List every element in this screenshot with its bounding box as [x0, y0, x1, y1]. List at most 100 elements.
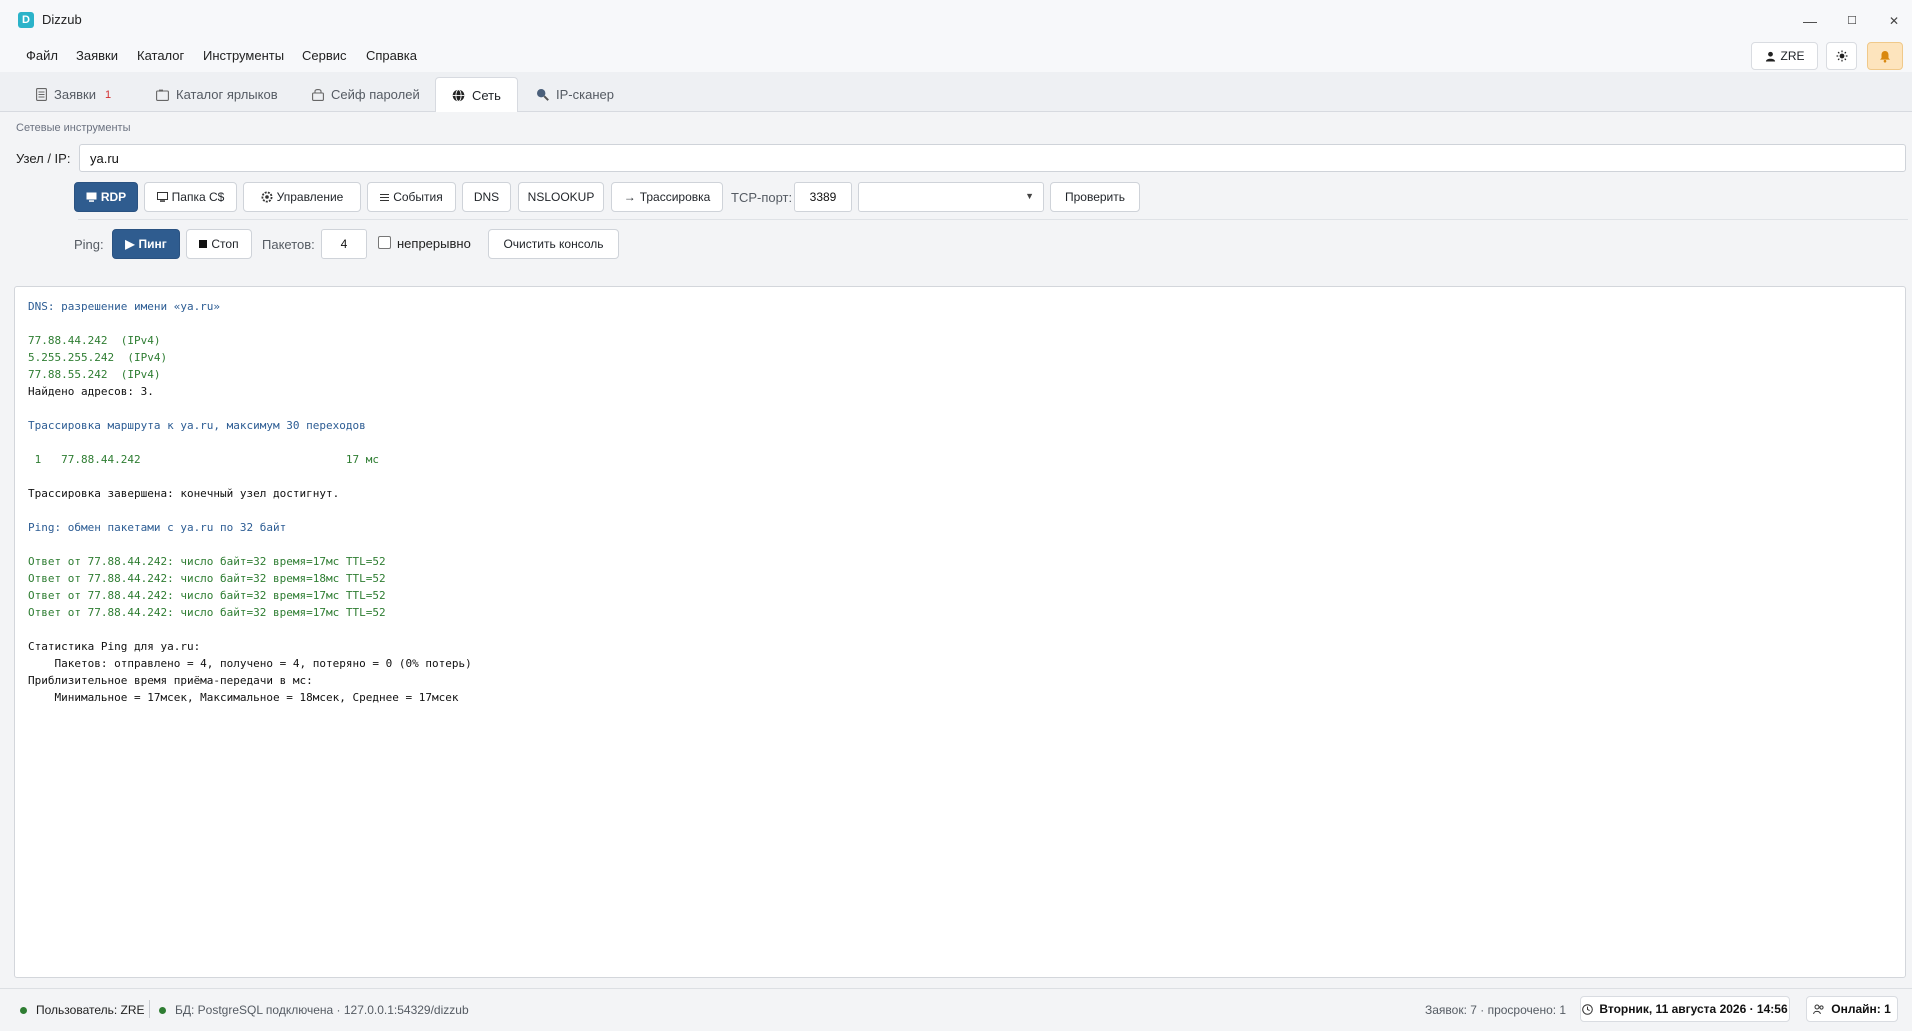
- status-datetime-label: Вторник, 11 августа 2026 · 14:56: [1599, 1002, 1788, 1016]
- play-icon: ▶: [125, 237, 135, 251]
- output-console[interactable]: DNS: разрешение имени «ya.ru» 77.88.44.24…: [14, 286, 1906, 978]
- user-icon: [1765, 51, 1775, 62]
- clear-console-button[interactable]: Очистить консоль: [488, 229, 619, 259]
- share-folder-button[interactable]: Папка C$: [144, 182, 237, 212]
- maximize-button[interactable]: ☐: [1837, 10, 1867, 32]
- menu-file[interactable]: Файл: [26, 48, 58, 63]
- catalog-icon: [156, 89, 169, 101]
- globe-icon: [452, 88, 465, 102]
- ping-stop-button[interactable]: Стоп: [186, 229, 252, 259]
- console-line: DNS: разрешение имени «ya.ru»: [28, 300, 221, 313]
- users-icon: [1813, 1004, 1824, 1014]
- menu-help[interactable]: Справка: [366, 48, 417, 63]
- network-tools-panel: Сетевые инструменты Узел / IP: RDP Папка…: [4, 112, 1908, 274]
- menu-catalog[interactable]: Каталог: [137, 48, 184, 63]
- console-line: Ping: обмен пакетами с ya.ru по 32 байт: [28, 521, 287, 534]
- tab-ip-scanner[interactable]: IP-сканер: [520, 77, 630, 112]
- db-status-dot: [159, 1007, 166, 1014]
- traceroute-button[interactable]: → Трассировка: [611, 182, 723, 212]
- host-label: Узел / IP:: [16, 151, 71, 166]
- sun-icon: [1836, 50, 1847, 62]
- app-window: D Dizzub — ☐ ✕ Файл Заявки Каталог Инстр…: [0, 0, 1912, 1031]
- console-line: Ответ от 77.88.44.242: число байт=32 вре…: [28, 606, 386, 619]
- chevron-down-icon: ▼: [1025, 191, 1034, 201]
- rdp-button-label: RDP: [100, 190, 127, 204]
- list-icon: [380, 193, 390, 201]
- console-line: 77.88.55.242 (IPv4): [28, 368, 161, 381]
- ping-label: Ping:: [74, 237, 104, 252]
- tab-password-safe-label: Сейф паролей: [331, 87, 420, 102]
- status-online-label: Онлайн: 1: [1831, 1002, 1891, 1016]
- tab-shortcut-catalog-label: Каталог ярлыков: [176, 87, 278, 102]
- console-line: 77.88.44.242 (IPv4): [28, 334, 161, 347]
- status-bar: Пользователь: ZRE БД: PostgreSQL подключ…: [0, 988, 1912, 1031]
- ping-start-button[interactable]: ▶ Пинг: [112, 229, 180, 259]
- safe-icon: [312, 89, 324, 101]
- tab-bar: Заявки 1 Каталог ярлыков Сейф паролей Се…: [0, 72, 1912, 112]
- folder-icon: [156, 192, 168, 202]
- console-line: Приблизительное время приёма-передачи в …: [28, 674, 313, 687]
- console-line: Минимальное = 17мсек, Максимальное = 18м…: [28, 691, 459, 704]
- packets-input[interactable]: [321, 229, 367, 259]
- packets-label: Пакетов:: [262, 237, 315, 252]
- console-line: Трассировка маршрута к ya.ru, максимум 3…: [28, 419, 366, 432]
- user-status-dot: [20, 1007, 27, 1014]
- section-title: Сетевые инструменты: [16, 122, 131, 134]
- nslookup-button[interactable]: NSLOOKUP: [518, 182, 604, 212]
- status-requests: Заявок: 7 · просрочено: 1: [1425, 1003, 1567, 1017]
- title-bar: D Dizzub — ☐ ✕: [0, 0, 1912, 40]
- events-button-label: События: [393, 190, 443, 204]
- user-button[interactable]: ZRE: [1751, 42, 1818, 70]
- console-body: DNS: разрешение имени «ya.ru» 77.88.44.24…: [28, 298, 472, 706]
- console-line: Ответ от 77.88.44.242: число байт=32 вре…: [28, 589, 386, 602]
- menu-requests[interactable]: Заявки: [76, 48, 118, 63]
- clock-icon: [1582, 1003, 1594, 1015]
- status-db: БД: PostgreSQL подключена · 127.0.0.1:54…: [175, 1003, 469, 1017]
- console-line: 5.255.255.242 (IPv4): [28, 351, 168, 364]
- status-user: Пользователь: ZRE: [36, 1003, 145, 1017]
- check-port-button[interactable]: Проверить: [1050, 182, 1140, 212]
- dns-button[interactable]: DNS: [462, 182, 511, 212]
- menu-service[interactable]: Сервис: [302, 48, 347, 63]
- console-line: 1 77.88.44.242 17 мс: [28, 453, 379, 466]
- tab-requests[interactable]: Заявки 1: [20, 77, 127, 112]
- tools-divider: [78, 219, 1908, 220]
- continuous-checkbox[interactable]: [378, 236, 391, 249]
- ping-stop-button-label: Стоп: [211, 237, 239, 251]
- rdp-button[interactable]: RDP: [74, 182, 138, 212]
- tcp-port-input[interactable]: [794, 182, 852, 212]
- tab-password-safe[interactable]: Сейф паролей: [296, 77, 436, 112]
- window-title: Dizzub: [42, 12, 82, 27]
- notifications-button[interactable]: [1867, 42, 1903, 70]
- service-select[interactable]: ▼: [858, 182, 1044, 212]
- status-datetime: Вторник, 11 августа 2026 · 14:56: [1580, 996, 1790, 1022]
- close-button[interactable]: ✕: [1879, 10, 1909, 32]
- console-line: Найдено адресов: 3.: [28, 385, 154, 398]
- menu-tools[interactable]: Инструменты: [203, 48, 284, 63]
- tab-shortcut-catalog[interactable]: Каталог ярлыков: [140, 77, 294, 112]
- traceroute-button-label: Трассировка: [639, 190, 711, 204]
- tab-ip-scanner-label: IP-сканер: [556, 87, 614, 102]
- tab-network[interactable]: Сеть: [435, 77, 518, 112]
- theme-toggle-button[interactable]: [1826, 42, 1857, 70]
- tab-network-label: Сеть: [472, 87, 501, 103]
- tab-requests-badge: 1: [104, 88, 112, 101]
- menu-bar: Файл Заявки Каталог Инструменты Сервис С…: [0, 40, 1912, 72]
- status-online: Онлайн: 1: [1806, 996, 1898, 1022]
- gear-icon: [261, 191, 273, 203]
- host-input[interactable]: [79, 144, 1906, 172]
- stop-icon: [199, 240, 208, 248]
- console-line: Пакетов: отправлено = 4, получено = 4, п…: [28, 657, 472, 670]
- requests-icon: [36, 88, 47, 101]
- ping-start-button-label: Пинг: [138, 237, 167, 251]
- share-folder-button-label: Папка C$: [171, 190, 225, 204]
- tab-requests-label: Заявки: [54, 87, 96, 102]
- minimize-button[interactable]: —: [1795, 10, 1825, 32]
- events-button[interactable]: События: [367, 182, 456, 212]
- manage-button[interactable]: Управление: [243, 182, 361, 212]
